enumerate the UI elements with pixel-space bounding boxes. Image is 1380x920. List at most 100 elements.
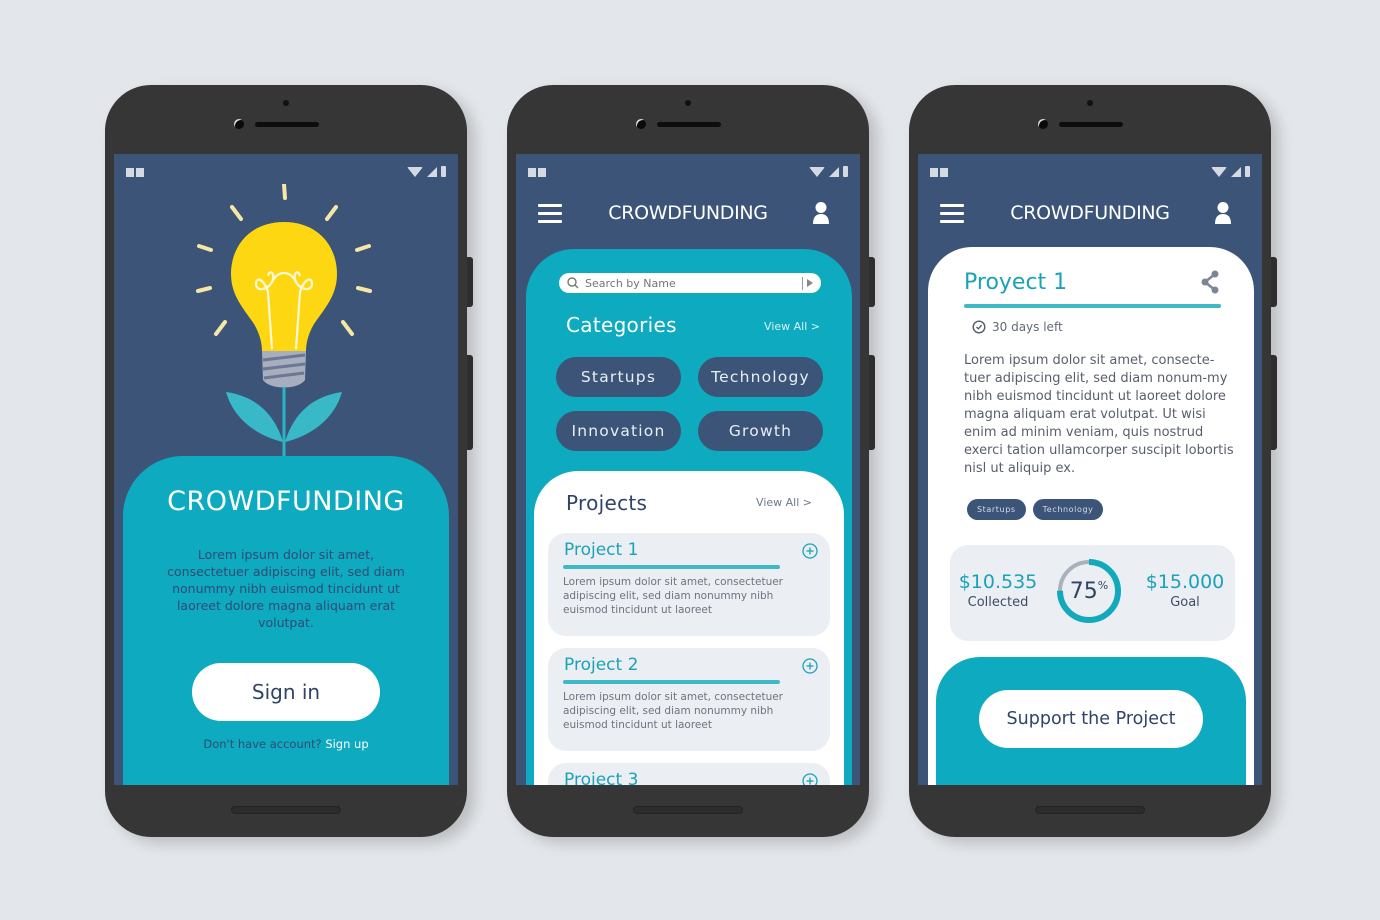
header-title: CROWDFUNDING xyxy=(1010,202,1170,224)
app-header: CROWDFUNDING xyxy=(516,196,860,232)
clock-check-icon xyxy=(972,320,986,334)
project-title-underline xyxy=(964,304,1221,308)
share-icon[interactable] xyxy=(1200,270,1220,294)
notification-icon xyxy=(930,168,948,177)
support-panel: Support the Project xyxy=(936,657,1246,785)
front-camera xyxy=(1038,119,1048,129)
funding-progress-ring: 75% xyxy=(1055,557,1123,625)
sign-up-link[interactable]: Sign up xyxy=(325,737,368,751)
signal-icon xyxy=(829,167,839,177)
status-bar xyxy=(126,166,446,180)
project-detail-screen: CROWDFUNDING Proyect 1 30 days left Lore… xyxy=(918,154,1262,785)
home-button[interactable] xyxy=(1035,806,1145,814)
project-list-item[interactable]: Project 1 Lorem ipsum dolor sit amet, co… xyxy=(548,533,830,636)
search-submit-icon[interactable] xyxy=(807,279,813,287)
collected-amount: $10.535 xyxy=(958,571,1038,593)
project-description: Lorem ipsum dolor sit amet, consectetuer… xyxy=(563,576,783,616)
category-chip-innovation[interactable]: Innovation xyxy=(556,411,681,451)
login-screen: CROWDFUNDING Lorem ipsum dolor sit amet,… xyxy=(114,154,458,785)
project-list-item[interactable]: Project 2 Lorem ipsum dolor sit amet, co… xyxy=(548,648,830,751)
project-list-item[interactable]: Project 3 xyxy=(548,763,830,785)
progress-percent-number: 75 xyxy=(1069,578,1098,604)
tag-startups[interactable]: Startups xyxy=(967,499,1026,520)
projects-card: Projects View All > Project 1 Lorem ipsu… xyxy=(534,471,844,785)
notification-icon xyxy=(528,168,546,177)
lightbulb-plant-illustration xyxy=(196,184,372,459)
progress-percent: 75% xyxy=(1055,557,1123,625)
goal-label: Goal xyxy=(1170,595,1200,610)
front-camera xyxy=(234,119,244,129)
user-icon[interactable] xyxy=(1214,201,1232,225)
project-underline xyxy=(563,565,780,569)
category-chip-growth[interactable]: Growth xyxy=(698,411,823,451)
categories-title: Categories xyxy=(566,313,677,337)
project-tags: Startups Technology xyxy=(967,499,1104,520)
header-title: CROWDFUNDING xyxy=(608,202,768,224)
earpiece-speaker xyxy=(255,122,319,127)
collected-label: Collected xyxy=(967,595,1029,610)
project-description: Lorem ipsum dolor sit amet, consecte-tue… xyxy=(964,353,1234,476)
add-circle-icon[interactable] xyxy=(802,658,818,674)
wifi-icon xyxy=(407,167,423,177)
wifi-icon xyxy=(1211,167,1227,177)
tag-technology[interactable]: Technology xyxy=(1032,499,1104,520)
category-chip-startups[interactable]: Startups xyxy=(556,357,681,397)
battery-icon xyxy=(441,166,446,177)
category-grid: Startups Technology Innovation Growth xyxy=(556,357,824,451)
support-project-button[interactable]: Support the Project xyxy=(979,690,1203,748)
battery-icon xyxy=(843,166,848,177)
leaf-left xyxy=(226,392,283,442)
volume-button xyxy=(1271,257,1277,307)
browse-screen: CROWDFUNDING Categories View All > Start… xyxy=(516,154,860,785)
funding-summary: $10.535 Collected 75% $15.000 Goal xyxy=(950,545,1235,641)
sensor-dot xyxy=(283,100,289,106)
goal-amount: $15.000 xyxy=(1145,571,1225,593)
project-title: Project 3 xyxy=(564,770,639,785)
days-left: 30 days left xyxy=(972,320,1063,334)
categories-panel: Categories View All > Startups Technolog… xyxy=(526,249,852,785)
search-bar[interactable] xyxy=(559,273,821,293)
leaf-right xyxy=(285,392,342,442)
project-underline xyxy=(563,680,780,684)
login-panel: CROWDFUNDING Lorem ipsum dolor sit amet,… xyxy=(123,456,449,785)
category-chip-technology[interactable]: Technology xyxy=(698,357,823,397)
progress-percent-sign: % xyxy=(1097,578,1109,592)
status-bar xyxy=(930,166,1250,180)
app-description: Lorem ipsum dolor sit amet, consectetuer… xyxy=(167,547,405,630)
signal-icon xyxy=(1231,167,1241,177)
categories-view-all-link[interactable]: View All > xyxy=(764,320,820,333)
projects-title: Projects xyxy=(566,491,648,515)
collected-stat: $10.535 Collected xyxy=(953,571,1043,610)
sign-up-row: Don't have account? Sign up xyxy=(123,737,449,751)
earpiece-speaker xyxy=(1059,122,1123,127)
app-title: CROWDFUNDING xyxy=(167,486,405,517)
project-title: Project 1 xyxy=(564,540,639,560)
power-button xyxy=(467,355,473,450)
project-description: Lorem ipsum dolor sit amet, consectetuer… xyxy=(563,691,783,731)
search-input[interactable] xyxy=(585,276,802,290)
app-header: CROWDFUNDING xyxy=(918,196,1262,232)
add-circle-icon[interactable] xyxy=(802,543,818,559)
earpiece-speaker xyxy=(657,122,721,127)
sign-in-button[interactable]: Sign in xyxy=(192,663,380,721)
user-icon[interactable] xyxy=(812,201,830,225)
home-button[interactable] xyxy=(633,806,743,814)
projects-view-all-link[interactable]: View All > xyxy=(756,496,812,509)
project-title: Proyect 1 xyxy=(964,270,1068,295)
wifi-icon xyxy=(809,167,825,177)
add-circle-icon[interactable] xyxy=(802,773,818,785)
volume-button xyxy=(869,257,875,307)
power-button xyxy=(869,355,875,450)
notification-icon xyxy=(126,168,144,177)
battery-icon xyxy=(1245,166,1250,177)
volume-button xyxy=(467,257,473,307)
power-button xyxy=(1271,355,1277,450)
front-camera xyxy=(636,119,646,129)
home-button[interactable] xyxy=(231,806,341,814)
phone-project-detail: CROWDFUNDING Proyect 1 30 days left Lore… xyxy=(909,85,1277,837)
goal-stat: $15.000 Goal xyxy=(1140,571,1230,610)
status-bar xyxy=(528,166,848,180)
project-detail-card: Proyect 1 30 days left Lorem ipsum dolor… xyxy=(928,247,1254,785)
sensor-dot xyxy=(1087,100,1093,106)
bulb-glass xyxy=(231,222,337,351)
